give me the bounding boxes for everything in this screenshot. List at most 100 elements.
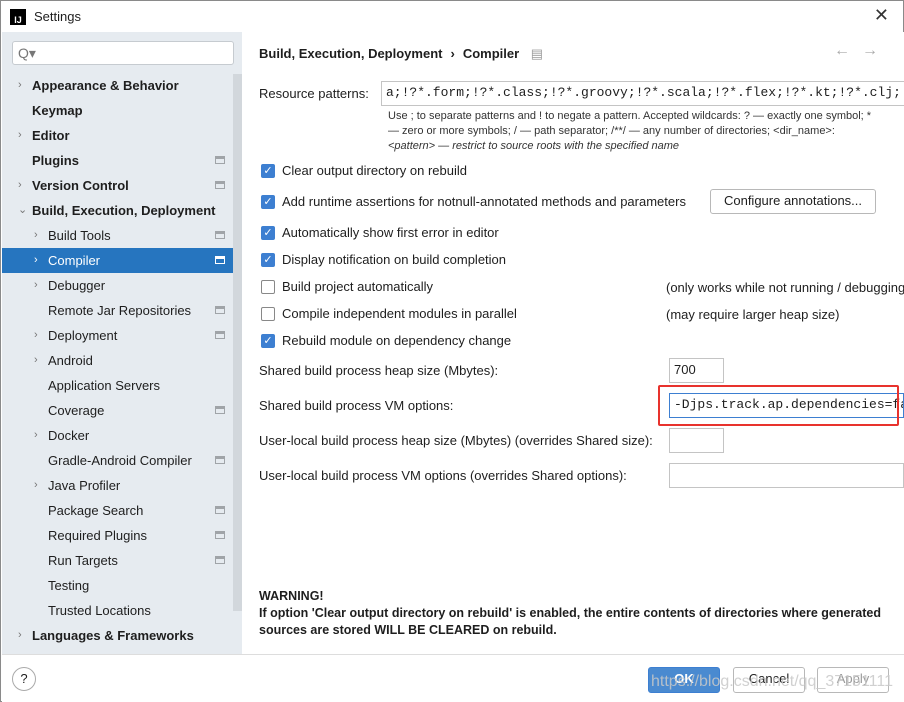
- sidebar-item-label: Build, Execution, Deployment: [32, 203, 216, 218]
- sidebar-scrollbar[interactable]: [233, 74, 242, 611]
- sidebar-item[interactable]: › Android: [2, 348, 233, 373]
- user-vm-options-label: User-local build process VM options (ove…: [259, 468, 627, 483]
- sidebar-item-label: Android: [48, 353, 93, 368]
- warning-text: WARNING! If option 'Clear output directo…: [259, 588, 881, 639]
- sidebar-item-label: Run Targets: [48, 553, 118, 568]
- checkbox[interactable]: ✓: [261, 163, 275, 178]
- checkbox-row[interactable]: ✓ Display notification on build completio…: [261, 252, 506, 267]
- sidebar-item-label: Testing: [48, 578, 90, 593]
- checkbox-row[interactable]: ✓ Rebuild module on dependency change: [261, 333, 511, 348]
- user-heap-size-input[interactable]: [669, 428, 724, 453]
- sidebar-item[interactable]: › Editor: [2, 123, 233, 148]
- sidebar-item[interactable]: Plugins: [2, 148, 233, 173]
- chevron-right-icon[interactable]: ›: [34, 348, 38, 373]
- checkbox-row[interactable]: ✓ Automatically show first error in edito…: [261, 225, 499, 240]
- sidebar-item[interactable]: › Languages & Frameworks: [2, 623, 233, 648]
- sidebar-item-label: Trusted Locations: [48, 603, 151, 618]
- configure-annotations-button[interactable]: Configure annotations...: [710, 189, 876, 214]
- window-title: Settings: [34, 9, 81, 24]
- heap-size-input[interactable]: 700: [669, 358, 724, 383]
- resource-patterns-input[interactable]: a;!?*.form;!?*.class;!?*.groovy;!?*.scal…: [381, 81, 904, 106]
- checkbox[interactable]: [261, 306, 275, 321]
- checkbox[interactable]: ✓: [261, 225, 275, 240]
- project-scope-icon: [215, 556, 225, 564]
- sidebar-item-label: Version Control: [32, 178, 129, 193]
- sidebar-item[interactable]: Trusted Locations: [2, 598, 233, 623]
- checkbox-label: Automatically show first error in editor: [282, 225, 499, 240]
- compiler-panel: Build, Execution, Deployment › Compiler ▤ …: [242, 32, 904, 654]
- chevron-right-icon[interactable]: ›: [18, 73, 22, 98]
- search-input[interactable]: Q▾: [12, 41, 234, 65]
- breadcrumb-parent[interactable]: Build, Execution, Deployment: [259, 46, 442, 61]
- sidebar-item-label: Keymap: [32, 103, 83, 118]
- checkbox-row[interactable]: ✓ Clear output directory on rebuild: [261, 163, 467, 178]
- sidebar-item-label: Package Search: [48, 503, 144, 518]
- sidebar-item-label: Editor: [32, 128, 70, 143]
- checkbox[interactable]: ✓: [261, 252, 275, 267]
- sidebar-item-label: Appearance & Behavior: [32, 78, 179, 93]
- sidebar-item[interactable]: › Deployment: [2, 323, 233, 348]
- checkbox-label: Clear output directory on rebuild: [282, 163, 467, 178]
- sidebar-item[interactable]: Package Search: [2, 498, 233, 523]
- sidebar-item[interactable]: › Docker: [2, 423, 233, 448]
- hint-line: Use ; to separate patterns and ! to nega…: [388, 110, 872, 122]
- sidebar-item[interactable]: › Build Tools: [2, 223, 233, 248]
- sidebar-item[interactable]: Keymap: [2, 98, 233, 123]
- sidebar-item[interactable]: › Version Control: [2, 173, 233, 198]
- checkbox-note: (may require larger heap size): [666, 307, 840, 322]
- sidebar-item[interactable]: Run Targets: [2, 548, 233, 573]
- chevron-right-icon[interactable]: ›: [34, 473, 38, 498]
- sidebar-item[interactable]: › Appearance & Behavior: [2, 73, 233, 98]
- sidebar-item[interactable]: › Compiler: [2, 248, 242, 273]
- settings-sidebar: Q▾ › Appearance & Behavior Keymap › Editor Pl…: [2, 32, 242, 654]
- chevron-down-icon[interactable]: ⌄: [18, 198, 27, 223]
- close-icon[interactable]: ✕: [874, 5, 889, 26]
- sidebar-item[interactable]: Gradle-Android Compiler: [2, 448, 233, 473]
- user-heap-size-label: User-local build process heap size (Mbyt…: [259, 433, 653, 448]
- checkbox-label: Display notification on build completion: [282, 252, 507, 267]
- checkbox[interactable]: ✓: [261, 333, 275, 348]
- checkbox-label: Build project automatically: [282, 279, 434, 294]
- forward-arrow-icon[interactable]: →: [862, 42, 890, 59]
- vm-options-label: Shared build process VM options:: [259, 398, 454, 413]
- project-scope-icon: [215, 331, 225, 339]
- user-vm-options-input[interactable]: [669, 463, 904, 488]
- sidebar-item-label: Compiler: [48, 253, 101, 268]
- checkbox-row[interactable]: ✓ Add runtime assertions for notnull-anno…: [261, 194, 686, 209]
- sidebar-item[interactable]: › Debugger: [2, 273, 233, 298]
- chevron-right-icon[interactable]: ›: [18, 623, 22, 648]
- title-bar: IJ Settings ✕: [1, 1, 903, 32]
- heap-size-label: Shared build process heap size (Mbytes):: [259, 363, 499, 378]
- chevron-right-icon[interactable]: ›: [34, 223, 38, 248]
- highlight-box: [658, 385, 899, 426]
- project-scope-icon: [215, 306, 225, 314]
- chevron-right-icon[interactable]: ›: [18, 173, 22, 198]
- back-arrow-icon[interactable]: ←: [834, 42, 862, 59]
- chevron-right-icon[interactable]: ›: [34, 273, 38, 298]
- chevron-right-icon[interactable]: ›: [34, 323, 38, 348]
- sidebar-item[interactable]: Testing: [2, 573, 233, 598]
- help-button[interactable]: ?: [12, 667, 36, 691]
- chevron-right-icon[interactable]: ›: [34, 423, 38, 448]
- hint-line: <pattern> — restrict to source roots wit…: [388, 140, 680, 152]
- chevron-right-icon[interactable]: ›: [34, 248, 38, 273]
- sidebar-item[interactable]: › Java Profiler: [2, 473, 233, 498]
- chevron-right-icon[interactable]: ›: [18, 123, 22, 148]
- sidebar-item[interactable]: Coverage: [2, 398, 233, 423]
- project-scope-icon: [215, 406, 225, 414]
- sidebar-item-label: Build Tools: [48, 228, 111, 243]
- sidebar-item[interactable]: Required Plugins: [2, 523, 233, 548]
- checkbox[interactable]: ✓: [261, 194, 275, 209]
- checkbox-row[interactable]: Compile independent modules in parallel: [261, 306, 517, 321]
- project-scope-icon: [215, 256, 225, 264]
- sidebar-item-label: Coverage: [48, 403, 105, 418]
- checkbox[interactable]: [261, 279, 275, 294]
- sidebar-item[interactable]: Remote Jar Repositories: [2, 298, 233, 323]
- checkbox-row[interactable]: Build project automatically: [261, 279, 433, 294]
- sidebar-item[interactable]: Application Servers: [2, 373, 233, 398]
- sidebar-item-label: Remote Jar Repositories: [48, 303, 192, 318]
- sidebar-item[interactable]: ⌄ Build, Execution, Deployment: [2, 198, 233, 223]
- sidebar-item-label: Docker: [48, 428, 90, 443]
- checkbox-label: Compile independent modules in parallel: [282, 306, 517, 321]
- checkbox-label: Add runtime assertions for notnull-annot…: [282, 194, 686, 209]
